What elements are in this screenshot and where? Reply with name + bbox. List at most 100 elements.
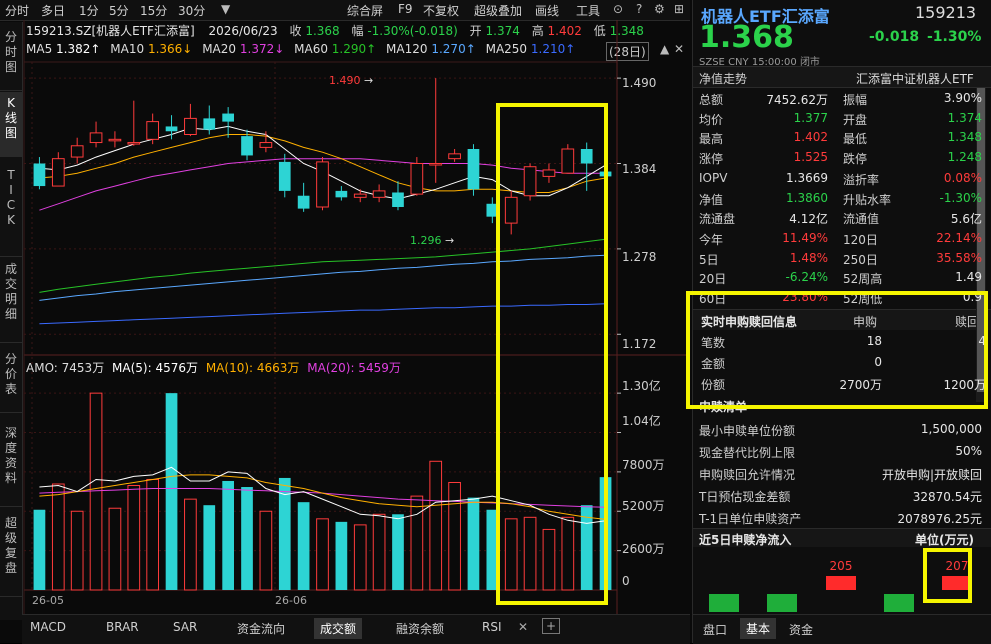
flow-unit: 单位(万元)	[915, 533, 974, 547]
panel-tabs: 盘口 基本 资金	[693, 614, 991, 644]
candle-body[interactable]	[353, 193, 367, 198]
flow-header: 近5日申赎净流入 单位(万元)	[693, 528, 991, 547]
stat-label: 振幅	[843, 93, 868, 107]
candle-body[interactable]	[372, 190, 386, 198]
list-row-value: 2078976.25元	[897, 512, 982, 526]
add-icon[interactable]: +	[542, 618, 561, 634]
date-tick-1: 26-05	[32, 594, 64, 607]
volume-bar[interactable]	[203, 505, 216, 590]
stat-label: 流通值	[843, 212, 880, 226]
list-row-value: 32870.54元	[912, 490, 982, 504]
volume-bar[interactable]	[146, 478, 160, 591]
stat-label: 总额	[699, 93, 724, 107]
volume-bar[interactable]	[33, 509, 46, 590]
stat-value: 22.14%	[936, 231, 982, 245]
candle-body[interactable]	[316, 161, 329, 208]
candle-body[interactable]	[429, 163, 443, 166]
tab-sar[interactable]: SAR	[173, 620, 197, 634]
stat-label: 开盘	[843, 112, 868, 127]
volume-bar[interactable]	[353, 524, 367, 591]
stat-label: 升贴水率	[843, 192, 892, 207]
stat-label: IOPV	[699, 171, 728, 185]
tab-turnover[interactable]: 成交额	[314, 618, 363, 639]
candle-body[interactable]	[165, 126, 178, 132]
stat-value: 1.49	[955, 270, 982, 284]
volume-bar[interactable]	[429, 460, 443, 591]
stat-value: 4.12亿	[789, 212, 828, 226]
tab-fund-flow[interactable]: 资金流向	[237, 620, 285, 637]
candle-body[interactable]	[203, 118, 216, 130]
high-annotation: 1.490 →	[329, 74, 374, 87]
volume-bar[interactable]	[89, 392, 103, 591]
stat-value: 7452.62万	[766, 93, 828, 107]
tab-rsi[interactable]: RSI	[482, 620, 502, 634]
volume-bar[interactable]	[184, 498, 197, 591]
candle-body[interactable]	[89, 132, 103, 144]
app-window: 分时 多日 1分 5分 15分 30分 ▼ 综合屏 F9 不复权 超级叠加 画线…	[0, 0, 991, 644]
candle-body[interactable]	[410, 163, 424, 195]
volume-bar[interactable]	[108, 507, 122, 591]
stat-value: 3.90%	[943, 91, 982, 105]
candle-body[interactable]	[467, 149, 480, 190]
stat-value: 11.49%	[782, 231, 828, 245]
candle-body[interactable]	[278, 161, 291, 191]
nav-trend-link[interactable]: 净值走势	[699, 70, 747, 87]
stat-value: 1.248	[947, 149, 982, 164]
stat-label: 120日	[843, 233, 878, 247]
candle-body[interactable]	[146, 121, 160, 140]
volume-bar[interactable]	[51, 483, 65, 591]
volume-bar[interactable]	[259, 510, 273, 591]
tab-basic[interactable]: 基本	[740, 618, 777, 639]
volume-bar[interactable]	[410, 495, 424, 591]
volume-bar[interactable]	[392, 514, 404, 590]
candle-body[interactable]	[70, 145, 84, 158]
stat-value: -1.30%	[939, 190, 982, 205]
vol-ma10-label: MA(10): 4663万	[205, 361, 300, 375]
list-row-value: 50%	[955, 444, 982, 458]
tab-brar[interactable]: BRAR	[106, 620, 139, 634]
candle-body[interactable]	[259, 142, 273, 148]
flow-bar	[884, 594, 914, 612]
stat-value: -6.24%	[785, 270, 828, 284]
tab-orderbook[interactable]: 盘口	[703, 621, 727, 638]
volume-bar[interactable]	[222, 480, 234, 590]
tab-funds[interactable]: 资金	[789, 621, 813, 638]
volume-bar[interactable]	[467, 497, 480, 590]
candle-body[interactable]	[297, 195, 310, 209]
fund-code: 159213	[915, 3, 977, 22]
highlight-box-rt	[686, 291, 988, 409]
volume-bar[interactable]	[316, 518, 329, 591]
amo-label: AMO: 7453万	[26, 361, 105, 375]
candle-body[interactable]	[108, 138, 122, 142]
volume-bar[interactable]	[165, 393, 178, 590]
close-icon[interactable]: ✕	[518, 620, 528, 634]
volume-bar[interactable]	[372, 513, 386, 591]
volume-bar[interactable]	[127, 485, 141, 591]
stat-value: 0.08%	[943, 171, 982, 185]
tab-margin[interactable]: 融资余额	[396, 620, 444, 637]
indicator-tabs: MACD BRAR SAR 资金流向 成交额 融资余额 RSI ✕ +	[22, 614, 690, 644]
volume-bar[interactable]	[241, 487, 253, 590]
stat-value: 1.3860	[786, 190, 828, 205]
stat-value: 5.6亿	[950, 212, 982, 226]
candle-body[interactable]	[127, 142, 141, 145]
candle-body[interactable]	[51, 158, 65, 187]
date-tick-2: 26-06	[275, 594, 307, 607]
volume-bar[interactable]	[448, 481, 461, 591]
price-tick-2: 1.384	[622, 162, 657, 176]
flow-bar	[767, 594, 797, 612]
candle-body[interactable]	[184, 117, 197, 135]
candle-body[interactable]	[33, 163, 46, 187]
stat-value: 1.377	[793, 110, 828, 125]
tab-macd[interactable]: MACD	[30, 620, 66, 634]
low-annotation: 1.296 →	[410, 234, 455, 247]
stat-label: 涨停	[699, 151, 724, 166]
candle-body[interactable]	[222, 113, 234, 122]
candle-body[interactable]	[448, 153, 461, 160]
candle-body[interactable]	[335, 190, 348, 198]
candle-body[interactable]	[392, 192, 404, 208]
volume-bar[interactable]	[335, 521, 348, 590]
volume-bar[interactable]	[70, 510, 84, 591]
volume-bar[interactable]	[297, 502, 310, 590]
candle-body[interactable]	[241, 136, 253, 156]
